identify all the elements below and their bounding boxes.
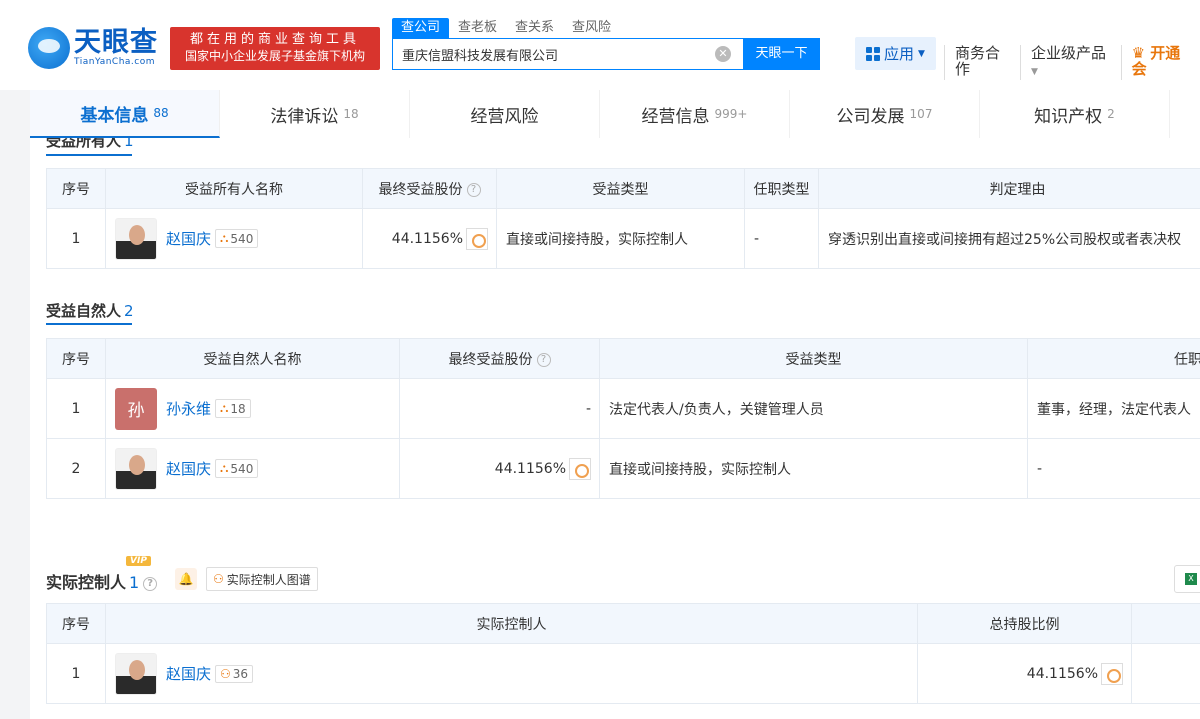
tab-intellectual-property[interactable]: 知识产权 2: [980, 90, 1170, 138]
graph-icon: ⚇: [220, 666, 231, 681]
table-row: 1 孙 孙永维 ⛬ 18 - 法定代表人/负责人，关键管理人员 董事，经理，法定代…: [46, 378, 1200, 439]
top-header: 天眼查 TianYanCha.com 都在用的商业查询工具 国家中小企业发展子基…: [0, 0, 1200, 90]
search-button[interactable]: 天眼一下: [743, 38, 820, 70]
company-section-tabs: 基本信息 88 法律诉讼 18 经营风险 经营信息 999+ 公司发展 107 知识产权…: [30, 90, 1200, 138]
avatar[interactable]: [115, 447, 157, 490]
related-count-badge[interactable]: ⛬ 18: [215, 399, 251, 418]
nav-open-vip[interactable]: ♛ 开通会: [1120, 45, 1200, 80]
controller-table: 序号 实际控制人 总持股比例 1 赵国庆 ⚇ 36 44.1156%: [46, 603, 1200, 704]
natural-person-title: 受益自然人 2: [46, 302, 134, 320]
search-input[interactable]: [393, 39, 703, 69]
clear-icon[interactable]: ✕: [715, 46, 731, 62]
controller-title: 实际控制人 1?: [46, 569, 158, 593]
beneficial-owner-table: 序号 受益所有人名称 最终受益股份? 受益类型 任职类型 判定理由 1 赵国庆 …: [46, 168, 1200, 269]
excel-icon: X: [1185, 573, 1197, 585]
help-icon[interactable]: ?: [143, 576, 158, 591]
tab-company-development[interactable]: 公司发展 107: [790, 90, 980, 138]
logo-domain: TianYanCha.com: [74, 57, 156, 67]
nav-business-cooperation[interactable]: 商务合作: [944, 45, 1020, 80]
logo-icon: [28, 27, 70, 69]
controller-graph-button[interactable]: ⚇ 实际控制人图谱: [206, 567, 318, 591]
site-logo[interactable]: 天眼查 TianYanCha.com: [28, 27, 158, 69]
avatar[interactable]: [115, 652, 157, 695]
table-row: 1 赵国庆 ⚇ 36 44.1156%: [46, 643, 1200, 704]
related-count-badge[interactable]: ⛬ 540: [215, 459, 259, 478]
beneficial-owner-title: 受益所有人 1: [46, 138, 134, 150]
related-count-badge[interactable]: ⛬ 540: [215, 229, 259, 248]
search-tab-risk[interactable]: 查风险: [563, 18, 620, 38]
tab-operating-risk[interactable]: 经营风险: [410, 90, 600, 138]
person-relation-icon: ⛬: [220, 401, 229, 415]
person-relation-icon: ⛬: [220, 461, 229, 475]
tab-legal-litigation[interactable]: 法律诉讼 18: [220, 90, 410, 138]
help-icon[interactable]: ?: [536, 352, 551, 367]
search-tab-company[interactable]: 查公司: [392, 18, 450, 38]
equity-penetration-icon[interactable]: [1101, 662, 1123, 685]
nav-enterprise-products[interactable]: 企业级产品 ▼: [1020, 45, 1121, 80]
caret-down-icon: ▼: [1031, 67, 1038, 77]
graph-icon: ⚇: [213, 572, 224, 586]
main-content: 受益所有人 1 序号 受益所有人名称 最终受益股份? 受益类型 任职类型 判定理由…: [30, 138, 1200, 719]
person-link[interactable]: 赵国庆: [166, 663, 211, 684]
table-row: 2 赵国庆 ⛬ 540 44.1156% 直接或间接持股，实际控制人 -: [46, 438, 1200, 499]
equity-penetration-icon[interactable]: [466, 227, 488, 250]
logo-name: 天眼查: [74, 27, 158, 58]
caret-down-icon: ▼: [918, 48, 925, 59]
natural-person-table: 序号 受益自然人名称 最终受益股份? 受益类型 任职类 1 孙 孙永维 ⛬18 …: [46, 338, 1200, 499]
top-nav: 商务合作 企业级产品 ▼ ♛ 开通会: [944, 45, 1200, 80]
search-tab-relation[interactable]: 查关系: [506, 18, 563, 38]
search-tab-boss[interactable]: 查老板: [449, 18, 506, 38]
person-link[interactable]: 赵国庆: [166, 228, 211, 249]
slogan-banner: 都在用的商业查询工具 国家中小企业发展子基金旗下机构: [170, 27, 380, 70]
search-type-tabs: 查公司 查老板 查关系 查风险: [392, 18, 620, 38]
apps-grid-icon: [866, 46, 881, 61]
table-row: 1 赵国庆 ⛬ 540 44.1156% 直接或间接持股，实际控制人 - 穿透识别…: [46, 208, 1200, 269]
vip-badge: VIP: [126, 556, 151, 566]
equity-penetration-icon[interactable]: [569, 457, 591, 480]
apps-menu-button[interactable]: 应用 ▼: [855, 37, 936, 70]
person-link[interactable]: 孙永维: [166, 398, 211, 419]
tab-operating-info[interactable]: 经营信息 999+: [600, 90, 790, 138]
related-count-badge[interactable]: ⚇ 36: [215, 664, 254, 683]
person-relation-icon: ⛬: [220, 231, 229, 245]
bell-icon[interactable]: 🔔: [175, 568, 197, 590]
tab-basic-info[interactable]: 基本信息 88: [30, 90, 220, 138]
person-link[interactable]: 赵国庆: [166, 458, 211, 479]
search-box: ✕: [392, 38, 744, 70]
avatar[interactable]: 孙: [115, 387, 157, 430]
avatar[interactable]: [115, 217, 157, 260]
export-excel-button[interactable]: X: [1174, 565, 1200, 593]
help-icon[interactable]: ?: [466, 182, 481, 197]
